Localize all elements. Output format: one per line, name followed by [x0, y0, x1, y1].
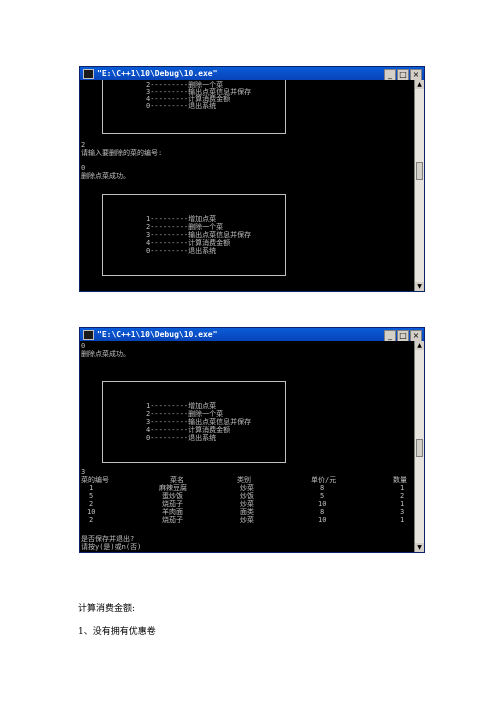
table-cell: 面类 — [240, 508, 254, 516]
console-icon — [83, 69, 94, 79]
table-header: 菜的编号 菜名 类别 单价/元 数量 — [80, 477, 414, 484]
console-body: 2---------删除一个菜 3---------输出点菜信息并保存 4---… — [80, 80, 424, 291]
console-line: 2 — [81, 141, 86, 149]
table-row: 1 麻辣豆腐 炒菜 8 1 — [80, 485, 414, 492]
table-cell: 1 — [400, 516, 405, 524]
table-cell: 10 — [318, 500, 327, 508]
console-body: 0 删除点菜成功。 1---------增加点菜 2---------删除一个菜… — [80, 341, 424, 552]
table-row: 2 烧茄子 炒菜 10 1 — [80, 501, 414, 508]
order-table: 菜的编号 菜名 类别 单价/元 数量 1 麻辣豆腐 炒菜 8 1 5 蛋炒饭 炒… — [80, 477, 414, 527]
console-line: 删除点菜成功。 — [81, 172, 130, 180]
console-line: 删除点菜成功。 — [81, 350, 130, 358]
table-cell: 1 — [400, 500, 405, 508]
scroll-thumb[interactable] — [416, 439, 423, 457]
window-title: "E:\C++1\10\Debug\10.exe" — [97, 330, 218, 339]
console-line: 请输入要删除的菜的编号: — [81, 149, 163, 157]
table-row: 5 蛋炒饭 炒饭 5 2 — [80, 493, 414, 500]
table-cell: 1 — [400, 484, 405, 492]
vertical-scrollbar[interactable]: ▲ ▼ — [414, 341, 424, 552]
menu-line: 0---------退出系统 — [146, 434, 217, 442]
table-cell: 炒菜 — [240, 484, 254, 492]
scroll-down-icon[interactable]: ▼ — [415, 282, 424, 291]
console-window-2: "E:\C++1\10\Debug\10.exe" _ □ × 0 删除点菜成功。 … — [79, 327, 425, 553]
table-row: 2 烧茄子 炒菜 10 1 — [80, 517, 414, 524]
scroll-down-icon[interactable]: ▼ — [415, 543, 424, 552]
table-cell: 烧茄子 — [162, 500, 183, 508]
doc-text-1: 计算消费金额: — [78, 604, 136, 614]
menu-line: 3---------输出点菜信息并保存 — [146, 231, 252, 239]
menu-line: 1---------增加点菜 — [146, 402, 217, 410]
title-bar[interactable]: "E:\C++1\10\Debug\10.exe" _ □ × — [80, 67, 424, 81]
console-line: 是否保存并退出? — [81, 535, 135, 543]
table-cell: 炒菜 — [240, 500, 254, 508]
menu-line: 3---------输出点菜信息并保存 — [146, 418, 252, 426]
header-cell: 菜名 — [170, 476, 184, 484]
menu-line: 0---------退出系统 — [146, 247, 217, 255]
menu-line: 2---------删除一个菜 — [146, 223, 224, 231]
table-cell: 烧茄子 — [162, 516, 183, 524]
console-icon — [83, 330, 94, 340]
table-cell: 2 — [400, 492, 405, 500]
table-cell: 5 — [320, 492, 325, 500]
scroll-up-icon[interactable]: ▲ — [415, 80, 424, 89]
table-row: 10 羊肉面 面类 8 3 — [80, 509, 414, 516]
table-cell: 蛋炒饭 — [162, 492, 183, 500]
table-cell: 2 — [89, 516, 94, 524]
table-cell: 5 — [89, 492, 94, 500]
console-line: 0 — [81, 164, 86, 172]
menu-line: 1---------增加点菜 — [146, 215, 217, 223]
table-cell: 8 — [320, 484, 325, 492]
console-line: 0 — [81, 342, 86, 350]
vertical-scrollbar[interactable]: ▲ ▼ — [414, 80, 424, 291]
table-cell: 羊肉面 — [162, 508, 183, 516]
console-line: 3 — [81, 468, 86, 476]
table-cell: 10 — [87, 508, 96, 516]
header-cell: 数量 — [393, 476, 407, 484]
doc-text-2: 1、没有拥有优惠卷 — [78, 627, 156, 637]
table-cell: 2 — [89, 500, 94, 508]
console-line: 请按y(是)或n(否) — [81, 543, 142, 551]
scroll-up-icon[interactable]: ▲ — [415, 341, 424, 350]
table-cell: 炒饭 — [240, 492, 254, 500]
table-cell: 1 — [89, 484, 94, 492]
menu-top-line: 0---------退出系统 — [146, 102, 217, 110]
menu-line: 2---------删除一个菜 — [146, 410, 224, 418]
table-cell: 3 — [400, 508, 405, 516]
header-cell: 菜的编号 — [81, 476, 109, 484]
table-cell: 炒菜 — [240, 516, 254, 524]
window-title: "E:\C++1\10\Debug\10.exe" — [97, 69, 218, 78]
scroll-thumb[interactable] — [416, 162, 423, 180]
table-cell: 10 — [318, 516, 327, 524]
header-cell: 单价/元 — [311, 476, 337, 484]
title-bar[interactable]: "E:\C++1\10\Debug\10.exe" _ □ × — [80, 328, 424, 342]
menu-line: 4---------计算消费金额 — [146, 239, 231, 247]
menu-line: 4---------计算消费金额 — [146, 426, 231, 434]
table-cell: 麻辣豆腐 — [159, 484, 187, 492]
header-cell: 类别 — [237, 476, 251, 484]
table-cell: 8 — [320, 508, 325, 516]
console-window-1: "E:\C++1\10\Debug\10.exe" _ □ × 2---------… — [79, 66, 425, 292]
